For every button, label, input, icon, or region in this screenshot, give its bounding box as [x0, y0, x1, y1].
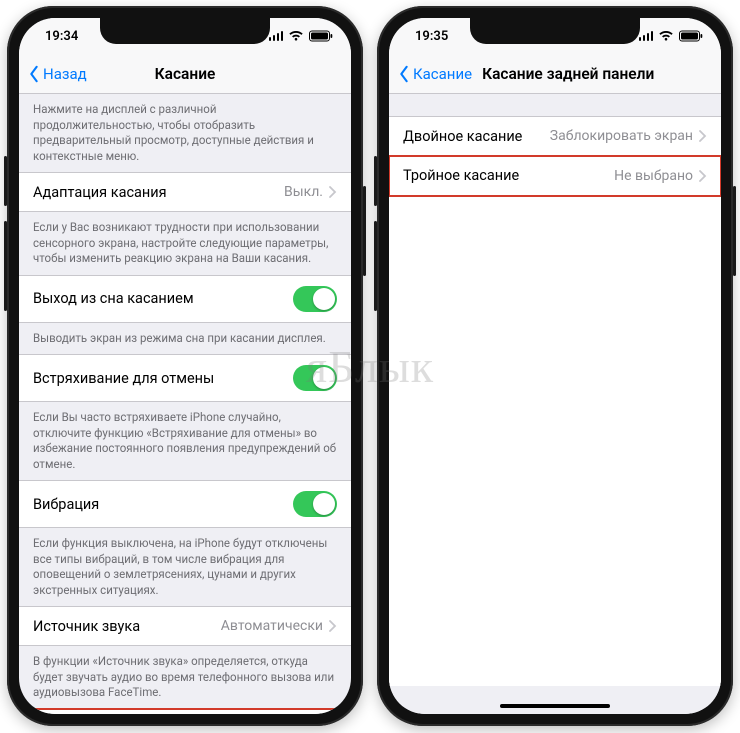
page-title: Касание: [155, 65, 216, 83]
label: Встряхивание для отмены: [33, 370, 214, 387]
row-touch-adaptation[interactable]: Адаптация касания Выкл.: [19, 172, 351, 212]
value: Автоматически: [221, 618, 323, 634]
row-shake-undo[interactable]: Встряхивание для отмены: [19, 354, 351, 402]
audio-caption: В функции «Источник звука» определяется,…: [19, 646, 351, 709]
chevron-right-icon: [329, 620, 337, 632]
battery-icon: [309, 30, 333, 42]
back-button[interactable]: Касание: [397, 65, 472, 83]
chevron-right-icon: [699, 130, 707, 142]
wake-caption: Выводить экран из режима сна при касании…: [19, 323, 351, 355]
chevron-right-icon: [699, 170, 707, 182]
cellular-icon: [269, 31, 284, 41]
label: Тройное касание: [403, 167, 519, 184]
wifi-icon: [658, 30, 674, 42]
phone-right: 19:35 Касание Касани: [377, 6, 733, 726]
back-label: Назад: [43, 65, 87, 83]
row-audio-source[interactable]: Источник звука Автоматически: [19, 606, 351, 646]
vibration-caption: Если функция выключена, на iPhone будут …: [19, 528, 351, 606]
back-label: Касание: [413, 65, 472, 83]
row-double-tap[interactable]: Двойное касание Заблокировать экран: [389, 116, 721, 156]
back-button[interactable]: Назад: [27, 65, 87, 83]
value: Не выбрано: [614, 168, 693, 184]
row-back-tap[interactable]: Касание задней панели Вкл.: [19, 709, 351, 714]
cellular-icon: [639, 31, 654, 41]
label: Источник звука: [33, 618, 140, 635]
status-time: 19:35: [415, 29, 448, 44]
label: Вибрация: [33, 496, 99, 513]
notch: [100, 18, 270, 44]
label: Адаптация касания: [33, 184, 167, 201]
value: Заблокировать экран: [550, 128, 693, 144]
shake-caption: Если Вы часто встряхиваете iPhone случай…: [19, 402, 351, 480]
label: Двойное касание: [403, 128, 522, 145]
intro-caption: Нажмите на дисплей с различной продолжит…: [19, 94, 351, 172]
toggle-on[interactable]: [293, 286, 337, 312]
home-indicator[interactable]: [500, 704, 610, 708]
battery-icon: [679, 30, 703, 42]
nav-bar: Касание Касание задней панели: [389, 54, 721, 94]
touch-adaptation-caption: Если у Вас возникают трудности при испол…: [19, 212, 351, 275]
phone-left: 19:34 Назад Касание: [7, 6, 363, 726]
nav-bar: Назад Касание: [19, 54, 351, 94]
page-title: Касание задней панели: [482, 65, 713, 83]
row-vibration[interactable]: Вибрация: [19, 480, 351, 528]
value: Выкл.: [284, 184, 323, 200]
notch: [470, 18, 640, 44]
label: Выход из сна касанием: [33, 290, 194, 307]
chevron-right-icon: [329, 186, 337, 198]
wifi-icon: [288, 30, 304, 42]
status-time: 19:34: [45, 29, 78, 44]
toggle-on[interactable]: [293, 491, 337, 517]
toggle-on[interactable]: [293, 365, 337, 391]
row-tap-to-wake[interactable]: Выход из сна касанием: [19, 275, 351, 323]
row-triple-tap[interactable]: Тройное касание Не выбрано: [389, 156, 721, 196]
